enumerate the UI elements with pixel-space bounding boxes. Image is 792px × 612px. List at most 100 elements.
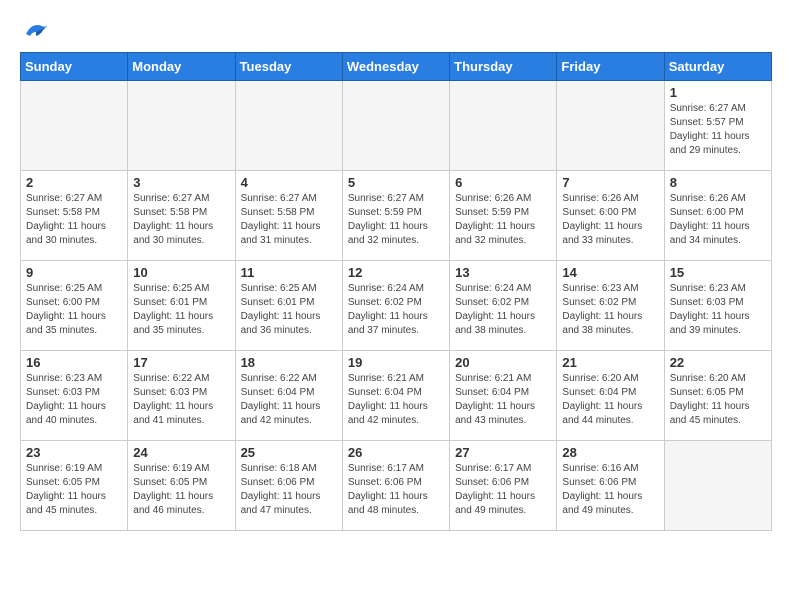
- day-number: 23: [26, 445, 122, 460]
- day-number: 12: [348, 265, 444, 280]
- calendar-cell: [21, 81, 128, 171]
- calendar-cell: [235, 81, 342, 171]
- weekday-header-wednesday: Wednesday: [342, 53, 449, 81]
- day-number: 10: [133, 265, 229, 280]
- day-number: 7: [562, 175, 658, 190]
- day-number: 16: [26, 355, 122, 370]
- calendar-cell: 25 Sunrise: 6:18 AM Sunset: 6:06 PM Dayli…: [235, 441, 342, 531]
- day-number: 11: [241, 265, 337, 280]
- calendar-cell: 16 Sunrise: 6:23 AM Sunset: 6:03 PM Dayli…: [21, 351, 128, 441]
- day-number: 21: [562, 355, 658, 370]
- logo: [20, 20, 50, 42]
- calendar-week-4: 23 Sunrise: 6:19 AM Sunset: 6:05 PM Dayli…: [21, 441, 772, 531]
- day-number: 3: [133, 175, 229, 190]
- calendar-cell: 8Sunrise: 6:26 AM Sunset: 6:00 PM Daylig…: [664, 171, 771, 261]
- calendar-week-3: 16 Sunrise: 6:23 AM Sunset: 6:03 PM Dayli…: [21, 351, 772, 441]
- day-info: Sunrise: 6:27 AM Sunset: 5:58 PM Dayligh…: [26, 192, 122, 248]
- day-info: Sunrise: 6:21 AM Sunset: 6:04 PM Dayligh…: [348, 372, 444, 428]
- day-info: Sunrise: 6:27 AM Sunset: 5:57 PM Dayligh…: [670, 102, 766, 158]
- day-number: 28: [562, 445, 658, 460]
- day-number: 1: [670, 85, 766, 100]
- calendar-cell: 23 Sunrise: 6:19 AM Sunset: 6:05 PM Dayli…: [21, 441, 128, 531]
- calendar-cell: 4 Sunrise: 6:27 AM Sunset: 5:58 PM Daylig…: [235, 171, 342, 261]
- day-number: 9: [26, 265, 122, 280]
- day-info: Sunrise: 6:17 AM Sunset: 6:06 PM Dayligh…: [455, 462, 551, 518]
- day-number: 5: [348, 175, 444, 190]
- day-info: Sunrise: 6:26 AM Sunset: 6:00 PM Dayligh…: [562, 192, 658, 248]
- day-number: 22: [670, 355, 766, 370]
- calendar-cell: 20 Sunrise: 6:21 AM Sunset: 6:04 PM Dayli…: [450, 351, 557, 441]
- day-info: Sunrise: 6:25 AM Sunset: 6:00 PM Dayligh…: [26, 282, 122, 338]
- day-info: Sunrise: 6:23 AM Sunset: 6:03 PM Dayligh…: [670, 282, 766, 338]
- day-info: Sunrise: 6:27 AM Sunset: 5:58 PM Dayligh…: [241, 192, 337, 248]
- day-number: 6: [455, 175, 551, 190]
- calendar-cell: [664, 441, 771, 531]
- day-info: Sunrise: 6:16 AM Sunset: 6:06 PM Dayligh…: [562, 462, 658, 518]
- day-info: Sunrise: 6:24 AM Sunset: 6:02 PM Dayligh…: [348, 282, 444, 338]
- calendar-cell: 9 Sunrise: 6:25 AM Sunset: 6:00 PM Daylig…: [21, 261, 128, 351]
- calendar-cell: 17 Sunrise: 6:22 AM Sunset: 6:03 PM Dayli…: [128, 351, 235, 441]
- calendar-week-0: 1 Sunrise: 6:27 AM Sunset: 5:57 PM Daylig…: [21, 81, 772, 171]
- calendar-cell: [450, 81, 557, 171]
- day-info: Sunrise: 6:25 AM Sunset: 6:01 PM Dayligh…: [241, 282, 337, 338]
- day-info: Sunrise: 6:27 AM Sunset: 5:59 PM Dayligh…: [348, 192, 444, 248]
- day-info: Sunrise: 6:19 AM Sunset: 6:05 PM Dayligh…: [133, 462, 229, 518]
- weekday-header-thursday: Thursday: [450, 53, 557, 81]
- day-number: 25: [241, 445, 337, 460]
- calendar-cell: 15 Sunrise: 6:23 AM Sunset: 6:03 PM Dayli…: [664, 261, 771, 351]
- calendar-cell: 22 Sunrise: 6:20 AM Sunset: 6:05 PM Dayli…: [664, 351, 771, 441]
- day-info: Sunrise: 6:23 AM Sunset: 6:03 PM Dayligh…: [26, 372, 122, 428]
- day-number: 8: [670, 175, 766, 190]
- logo-bird-icon: [22, 20, 50, 42]
- calendar-cell: 21 Sunrise: 6:20 AM Sunset: 6:04 PM Dayli…: [557, 351, 664, 441]
- day-info: Sunrise: 6:22 AM Sunset: 6:03 PM Dayligh…: [133, 372, 229, 428]
- calendar-cell: [342, 81, 449, 171]
- calendar-cell: 27 Sunrise: 6:17 AM Sunset: 6:06 PM Dayli…: [450, 441, 557, 531]
- day-info: Sunrise: 6:19 AM Sunset: 6:05 PM Dayligh…: [26, 462, 122, 518]
- calendar-cell: 14Sunrise: 6:23 AM Sunset: 6:02 PM Dayli…: [557, 261, 664, 351]
- weekday-header-friday: Friday: [557, 53, 664, 81]
- calendar-cell: 6 Sunrise: 6:26 AM Sunset: 5:59 PM Daylig…: [450, 171, 557, 261]
- calendar-cell: 10 Sunrise: 6:25 AM Sunset: 6:01 PM Dayli…: [128, 261, 235, 351]
- calendar-cell: [128, 81, 235, 171]
- day-number: 13: [455, 265, 551, 280]
- day-info: Sunrise: 6:18 AM Sunset: 6:06 PM Dayligh…: [241, 462, 337, 518]
- day-number: 20: [455, 355, 551, 370]
- weekday-header-monday: Monday: [128, 53, 235, 81]
- day-info: Sunrise: 6:27 AM Sunset: 5:58 PM Dayligh…: [133, 192, 229, 248]
- page-header: [20, 20, 772, 42]
- calendar-cell: 12 Sunrise: 6:24 AM Sunset: 6:02 PM Dayli…: [342, 261, 449, 351]
- day-info: Sunrise: 6:22 AM Sunset: 6:04 PM Dayligh…: [241, 372, 337, 428]
- calendar-body: 1 Sunrise: 6:27 AM Sunset: 5:57 PM Daylig…: [21, 81, 772, 531]
- calendar-cell: 28 Sunrise: 6:16 AM Sunset: 6:06 PM Dayli…: [557, 441, 664, 531]
- calendar-cell: 24 Sunrise: 6:19 AM Sunset: 6:05 PM Dayli…: [128, 441, 235, 531]
- day-number: 18: [241, 355, 337, 370]
- day-info: Sunrise: 6:20 AM Sunset: 6:04 PM Dayligh…: [562, 372, 658, 428]
- calendar-cell: 26Sunrise: 6:17 AM Sunset: 6:06 PM Dayli…: [342, 441, 449, 531]
- calendar-cell: 1 Sunrise: 6:27 AM Sunset: 5:57 PM Daylig…: [664, 81, 771, 171]
- calendar-cell: 19 Sunrise: 6:21 AM Sunset: 6:04 PM Dayli…: [342, 351, 449, 441]
- day-info: Sunrise: 6:25 AM Sunset: 6:01 PM Dayligh…: [133, 282, 229, 338]
- calendar-cell: 5 Sunrise: 6:27 AM Sunset: 5:59 PM Daylig…: [342, 171, 449, 261]
- day-info: Sunrise: 6:20 AM Sunset: 6:05 PM Dayligh…: [670, 372, 766, 428]
- day-number: 17: [133, 355, 229, 370]
- day-number: 15: [670, 265, 766, 280]
- calendar-cell: 3 Sunrise: 6:27 AM Sunset: 5:58 PM Daylig…: [128, 171, 235, 261]
- day-info: Sunrise: 6:21 AM Sunset: 6:04 PM Dayligh…: [455, 372, 551, 428]
- calendar-header-row: SundayMondayTuesdayWednesdayThursdayFrid…: [21, 53, 772, 81]
- weekday-header-tuesday: Tuesday: [235, 53, 342, 81]
- day-info: Sunrise: 6:26 AM Sunset: 5:59 PM Dayligh…: [455, 192, 551, 248]
- day-number: 19: [348, 355, 444, 370]
- calendar-cell: 11 Sunrise: 6:25 AM Sunset: 6:01 PM Dayli…: [235, 261, 342, 351]
- day-number: 26: [348, 445, 444, 460]
- day-number: 4: [241, 175, 337, 190]
- calendar-table: SundayMondayTuesdayWednesdayThursdayFrid…: [20, 52, 772, 531]
- calendar-cell: 7 Sunrise: 6:26 AM Sunset: 6:00 PM Daylig…: [557, 171, 664, 261]
- calendar-cell: 18 Sunrise: 6:22 AM Sunset: 6:04 PM Dayli…: [235, 351, 342, 441]
- day-number: 2: [26, 175, 122, 190]
- calendar-cell: 2 Sunrise: 6:27 AM Sunset: 5:58 PM Daylig…: [21, 171, 128, 261]
- day-number: 24: [133, 445, 229, 460]
- calendar-week-1: 2 Sunrise: 6:27 AM Sunset: 5:58 PM Daylig…: [21, 171, 772, 261]
- day-info: Sunrise: 6:23 AM Sunset: 6:02 PM Dayligh…: [562, 282, 658, 338]
- day-number: 27: [455, 445, 551, 460]
